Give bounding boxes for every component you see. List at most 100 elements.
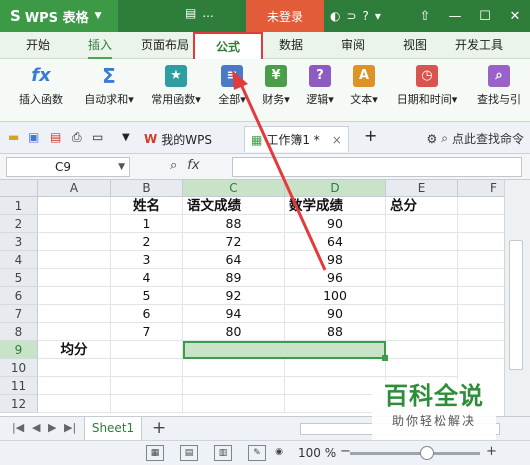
text-button[interactable]: A 文本▾ xyxy=(344,63,384,119)
cell-c3[interactable]: 72 xyxy=(183,233,285,251)
column-header-c[interactable]: C xyxy=(183,180,285,197)
row-header-4[interactable]: 4 xyxy=(0,251,38,269)
cell-d7[interactable]: 90 xyxy=(285,305,386,323)
cell-e4[interactable] xyxy=(386,251,458,269)
cell-d10[interactable] xyxy=(285,359,386,377)
row-header-8[interactable]: 8 xyxy=(0,323,38,341)
all-functions-button[interactable]: ≡ 全部▾ xyxy=(212,63,252,119)
lookup-button[interactable]: ⌕ 查找与引 xyxy=(470,63,528,119)
function-icon[interactable]: fx xyxy=(187,158,199,173)
share-icon[interactable]: ⊃ xyxy=(346,9,356,23)
cell-e7[interactable] xyxy=(386,305,458,323)
cell-c10[interactable] xyxy=(183,359,285,377)
command-search[interactable]: ⚙ ⌕ 点此查找命令 xyxy=(426,130,524,147)
cell-d4[interactable]: 98 xyxy=(285,251,386,269)
fill-handle[interactable] xyxy=(382,355,388,361)
options-icon[interactable]: ▾ xyxy=(375,9,381,23)
row-header-7[interactable]: 7 xyxy=(0,305,38,323)
autosum-button[interactable]: Σ 自动求和▾ xyxy=(78,63,140,119)
minimize-icon[interactable]: — xyxy=(440,0,470,32)
cell-a8[interactable] xyxy=(38,323,111,341)
cell-b3[interactable]: 2 xyxy=(111,233,183,251)
tab-review[interactable]: 审阅 xyxy=(341,32,365,59)
cell-b10[interactable] xyxy=(111,359,183,377)
maximize-icon[interactable]: ☐ xyxy=(470,0,500,32)
document-switcher[interactable]: ▤ ... xyxy=(185,6,214,20)
cell-a4[interactable] xyxy=(38,251,111,269)
cell-e9[interactable] xyxy=(386,341,458,359)
insert-function-button[interactable]: fx 插入函数 xyxy=(14,63,68,119)
cell-b5[interactable]: 4 xyxy=(111,269,183,287)
page-break-view-icon[interactable]: ▥ xyxy=(214,445,232,461)
cell-b4[interactable]: 3 xyxy=(111,251,183,269)
cell-d3[interactable]: 64 xyxy=(285,233,386,251)
cell-a9[interactable]: 均分 xyxy=(38,341,111,359)
last-sheet-icon[interactable]: ▶| xyxy=(64,421,76,434)
row-header-10[interactable]: 10 xyxy=(0,359,38,377)
normal-view-icon[interactable]: ▦ xyxy=(146,445,164,461)
row-header-3[interactable]: 3 xyxy=(0,233,38,251)
cell-a3[interactable] xyxy=(38,233,111,251)
cell-e3[interactable] xyxy=(386,233,458,251)
row-header-6[interactable]: 6 xyxy=(0,287,38,305)
cell-c11[interactable] xyxy=(183,377,285,395)
my-wps-tab[interactable]: W 我的WPS xyxy=(144,126,212,152)
cell-d1[interactable]: 数学成绩 xyxy=(285,197,386,215)
quick-access-dropdown-icon[interactable]: ▼ xyxy=(122,132,130,143)
formula-input[interactable] xyxy=(232,157,522,177)
name-box[interactable]: C9 ▼ xyxy=(6,157,130,177)
tab-formulas[interactable]: 公式 xyxy=(193,32,263,61)
column-header-a[interactable]: A xyxy=(38,180,111,197)
column-header-b[interactable]: B xyxy=(111,180,183,197)
tab-developer[interactable]: 开发工具 xyxy=(455,32,503,59)
eye-protection-icon[interactable]: ◉ xyxy=(270,445,288,461)
zoom-level[interactable]: 100 % xyxy=(298,446,336,460)
cell-e6[interactable] xyxy=(386,287,458,305)
zoom-slider-handle[interactable] xyxy=(420,446,434,460)
row-header-2[interactable]: 2 xyxy=(0,215,38,233)
cell-c1[interactable]: 语文成绩 xyxy=(183,197,285,215)
financial-button[interactable]: ¥ 财务▾ xyxy=(256,63,296,119)
common-functions-button[interactable]: ★ 常用函数▾ xyxy=(146,63,206,119)
tab-data[interactable]: 数据 xyxy=(279,32,303,59)
skin-icon[interactable]: ◐ xyxy=(330,9,340,23)
cell-c12[interactable] xyxy=(183,395,285,413)
pdf-icon[interactable]: ▤ xyxy=(50,130,61,144)
vertical-scroll-thumb[interactable] xyxy=(509,240,523,370)
cell-a12[interactable] xyxy=(38,395,111,413)
cell-b7[interactable]: 6 xyxy=(111,305,183,323)
close-icon[interactable]: ✕ xyxy=(500,0,530,32)
cell-d2[interactable]: 90 xyxy=(285,215,386,233)
date-time-button[interactable]: ◷ 日期和时间▾ xyxy=(390,63,464,119)
logical-button[interactable]: ? 逻辑▾ xyxy=(300,63,340,119)
add-sheet-icon[interactable]: + xyxy=(152,418,166,438)
cell-a7[interactable] xyxy=(38,305,111,323)
cell-e1[interactable]: 总分 xyxy=(386,197,458,215)
zoom-slider[interactable] xyxy=(350,452,480,455)
zoom-in-icon[interactable]: + xyxy=(486,444,497,459)
cell-c4[interactable]: 64 xyxy=(183,251,285,269)
cell-c7[interactable]: 94 xyxy=(183,305,285,323)
cell-c8[interactable]: 80 xyxy=(183,323,285,341)
cell-b8[interactable]: 7 xyxy=(111,323,183,341)
page-layout-view-icon[interactable]: ▤ xyxy=(180,445,198,461)
cell-b12[interactable] xyxy=(111,395,183,413)
cell-e8[interactable] xyxy=(386,323,458,341)
cell-a11[interactable] xyxy=(38,377,111,395)
select-all-corner[interactable] xyxy=(0,180,38,197)
cell-c2[interactable]: 88 xyxy=(183,215,285,233)
cell-b6[interactable]: 5 xyxy=(111,287,183,305)
row-header-9[interactable]: 9 xyxy=(0,341,38,359)
help-icon[interactable]: ? xyxy=(363,9,369,23)
close-tab-icon[interactable]: × xyxy=(332,133,342,147)
zoom-icon[interactable]: ⌕ xyxy=(170,158,177,173)
cell-d6[interactable]: 100 xyxy=(285,287,386,305)
cell-e2[interactable] xyxy=(386,215,458,233)
tab-view[interactable]: 视图 xyxy=(403,32,427,59)
cell-d12[interactable] xyxy=(285,395,386,413)
vertical-scrollbar[interactable] xyxy=(504,180,530,416)
next-sheet-icon[interactable]: ▶ xyxy=(48,421,56,434)
new-tab-icon[interactable]: + xyxy=(364,126,377,145)
cell-b1[interactable]: 姓名 xyxy=(111,197,183,215)
tab-home[interactable]: 开始 xyxy=(26,32,50,59)
